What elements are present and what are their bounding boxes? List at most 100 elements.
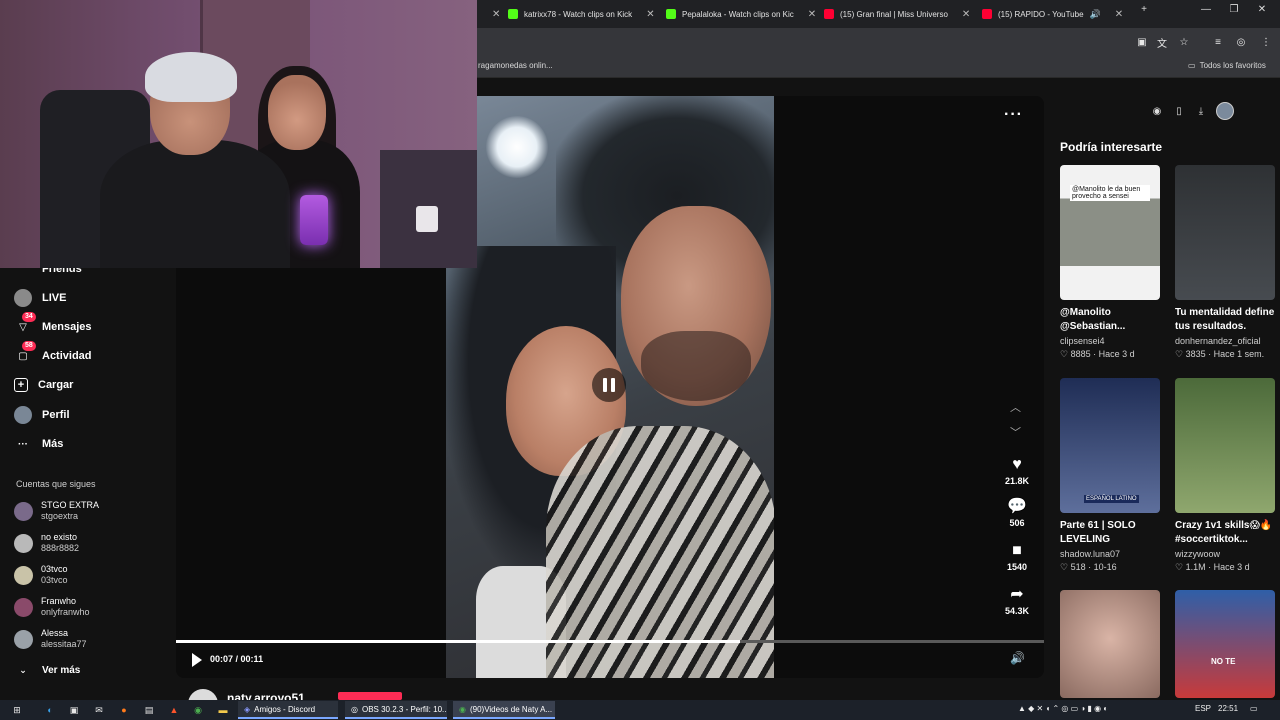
save-button[interactable]: ■ 1540 — [994, 542, 1040, 572]
bookmark-star-icon[interactable]: ☆ — [1176, 34, 1192, 50]
sidebar-item-profile[interactable]: Perfil — [14, 404, 70, 426]
taskbar-clock[interactable]: 22:51 — [1218, 704, 1238, 713]
sidebar-item-activity[interactable]: ▢ 58 Actividad — [14, 341, 92, 367]
webcam-person — [100, 140, 290, 268]
recommended-video[interactable]: ESPAÑOL LATINO Parte 61 | SOLO LEVELING … — [1060, 378, 1162, 573]
account-handle: stgoextra — [41, 511, 79, 521]
taskbar-app[interactable]: ◈ Amigos - Discord — [238, 701, 338, 719]
notifications-icon[interactable]: ▭ — [1250, 704, 1258, 713]
video-meta: ♡ 518 · 10-16 — [1060, 562, 1117, 572]
sidebar-item-messages[interactable]: ▽ 34 Mensajes — [14, 312, 92, 338]
new-tab-icon[interactable]: + — [1134, 4, 1154, 15]
video-author: wizzywoow — [1175, 549, 1221, 559]
mail-icon[interactable]: ✉ — [93, 704, 105, 716]
webcam-overlay — [0, 0, 477, 268]
video-caption: Parte 61 | SOLO LEVELING ESPAÑO... — [1060, 520, 1136, 545]
see-more-button[interactable]: ⌄ Ver más — [14, 659, 80, 681]
avatar — [14, 565, 33, 585]
recommended-video[interactable]: Crazy 1v1 skills😱🔥 #soccertiktok... wizz… — [1175, 378, 1277, 573]
browser-tab[interactable]: katrixx78 - Watch clips on Kick ✕ — [508, 4, 658, 24]
more-options-icon[interactable]: ··· — [1004, 106, 1023, 124]
sidebar-item-more[interactable]: ··· Más — [14, 433, 63, 455]
recommendations-title: Podría interesarte — [1060, 140, 1163, 154]
youtube-icon — [824, 9, 834, 19]
user-avatar[interactable] — [1216, 102, 1234, 120]
translate-icon[interactable]: 文 — [1154, 34, 1170, 50]
cast-icon[interactable]: ▣ — [1134, 34, 1150, 50]
sidebar-item-upload[interactable]: + Cargar — [14, 374, 73, 396]
comment-button[interactable]: 💬 506 — [994, 498, 1040, 528]
browser-tab[interactable]: Pepalaloka - Watch clips on Kic ✕ — [666, 4, 816, 24]
media-controls-icon[interactable]: ≡ — [1210, 34, 1226, 50]
save-count: 1540 — [1006, 562, 1028, 572]
webcam-cup — [416, 206, 438, 232]
taskbar-app-label: Amigos - Discord — [254, 704, 316, 714]
chrome-icon[interactable]: ◉ — [192, 704, 204, 716]
close-icon[interactable]: ✕ — [646, 9, 654, 20]
taskbar: ⊞ ◐ ▣ ✉ ● ▤ ▲ ◉ ▬ ◈ Amigos - Discord ◎ O… — [0, 700, 1280, 720]
share-icon: ➦ — [1010, 586, 1024, 603]
bookmark-item[interactable]: ragamonedas onlin... — [478, 61, 553, 70]
following-account[interactable]: Franwho onlyfranwho — [14, 594, 90, 620]
edge-icon[interactable]: ◐ — [44, 704, 56, 716]
recommended-video[interactable]: Tu mentalidad define tus resultados. ¿Qu… — [1175, 165, 1277, 360]
recommended-video[interactable]: NO TE — [1175, 590, 1277, 698]
tray-icons[interactable]: ▲ ◆ ✕ ◖ ⌃ ◎ ▭ ◑ ▮ ◉ ◐ — [1018, 704, 1108, 713]
download-icon[interactable]: ⤓ — [1194, 104, 1208, 118]
share-button[interactable]: ➦ 54.3K — [994, 586, 1040, 616]
follow-button[interactable] — [338, 692, 402, 700]
play-icon[interactable] — [192, 653, 202, 667]
next-video-icon[interactable]: ﹀ — [1010, 424, 1021, 440]
audio-icon[interactable]: 🔊 — [1090, 9, 1101, 20]
close-icon[interactable]: ✕ — [962, 9, 970, 20]
following-account[interactable]: 03tvco 03tvco — [14, 562, 68, 588]
recommended-video[interactable]: @Manolito le da buen provecho a sensei @… — [1060, 165, 1162, 360]
following-account[interactable]: no existo 888r8882 — [14, 530, 79, 556]
previous-video-icon[interactable]: ︿ — [1010, 399, 1021, 415]
youtube-icon — [982, 9, 992, 19]
taskbar-app[interactable]: ◉ (90)Videos de Naty A... — [453, 701, 555, 719]
close-icon[interactable]: ✕ — [1115, 9, 1123, 20]
language-indicator[interactable]: ESP — [1195, 704, 1211, 713]
app-icon[interactable]: ▤ — [143, 704, 155, 716]
volume-icon[interactable]: 🔊 — [1010, 651, 1025, 665]
taskbar-app-label: (90)Videos de Naty A... — [469, 704, 553, 714]
video-age: Hace 3 d — [1213, 562, 1250, 572]
browser-tab[interactable]: (15) Gran final | Miss Universo ✕ — [824, 4, 974, 24]
device-icon[interactable]: ▯ — [1172, 104, 1186, 118]
all-bookmarks[interactable]: ▭ Todos los favoritos — [1188, 61, 1266, 70]
recommended-video[interactable] — [1060, 590, 1162, 698]
tab-close-prev[interactable]: ✕ — [484, 4, 500, 24]
brave-icon[interactable]: ▲ — [168, 704, 180, 716]
store-icon[interactable]: ▣ — [68, 704, 80, 716]
windows-start-icon[interactable]: ⊞ — [11, 704, 23, 716]
profile-avatar-icon — [14, 406, 32, 424]
minimize-icon[interactable]: — — [1196, 4, 1216, 15]
video-figure — [641, 331, 751, 401]
menu-icon[interactable]: ⋮ — [1258, 34, 1274, 50]
like-button[interactable]: ♥ 21.8K — [994, 456, 1040, 486]
progress-bar[interactable] — [176, 640, 1044, 643]
kick-icon — [666, 9, 676, 19]
sidebar-item-live[interactable]: LIVE — [14, 287, 66, 309]
live-icon — [14, 289, 32, 307]
taskbar-app[interactable]: ◎ OBS 30.2.3 - Perfil: 10... — [345, 701, 447, 719]
discord-icon: ◈ — [244, 704, 251, 714]
comment-count: 506 — [1009, 518, 1025, 528]
following-account[interactable]: STGO EXTRA stgoextra — [14, 498, 99, 524]
account-name: Alessa — [41, 628, 69, 638]
pause-button[interactable] — [592, 368, 626, 402]
profile-icon[interactable]: ◎ — [1233, 34, 1249, 50]
chevron-down-icon: ⌄ — [19, 664, 27, 675]
like-count: 1.1M — [1185, 562, 1206, 572]
close-icon[interactable]: ✕ — [808, 9, 816, 20]
restore-icon[interactable]: ❐ — [1224, 4, 1244, 15]
browser-tab[interactable]: (15) RAPIDO - YouTube 🔊 ✕ — [982, 4, 1132, 24]
coin-icon[interactable]: ◉ — [1150, 104, 1164, 118]
following-account[interactable]: Alessa alessitaa77 — [14, 626, 87, 652]
firefox-icon[interactable]: ● — [118, 704, 130, 716]
chrome-icon: ◉ — [459, 704, 466, 714]
window-close-icon[interactable]: ✕ — [1252, 4, 1272, 15]
close-icon[interactable]: ✕ — [492, 9, 500, 20]
file-explorer-icon[interactable]: ▬ — [217, 704, 229, 716]
